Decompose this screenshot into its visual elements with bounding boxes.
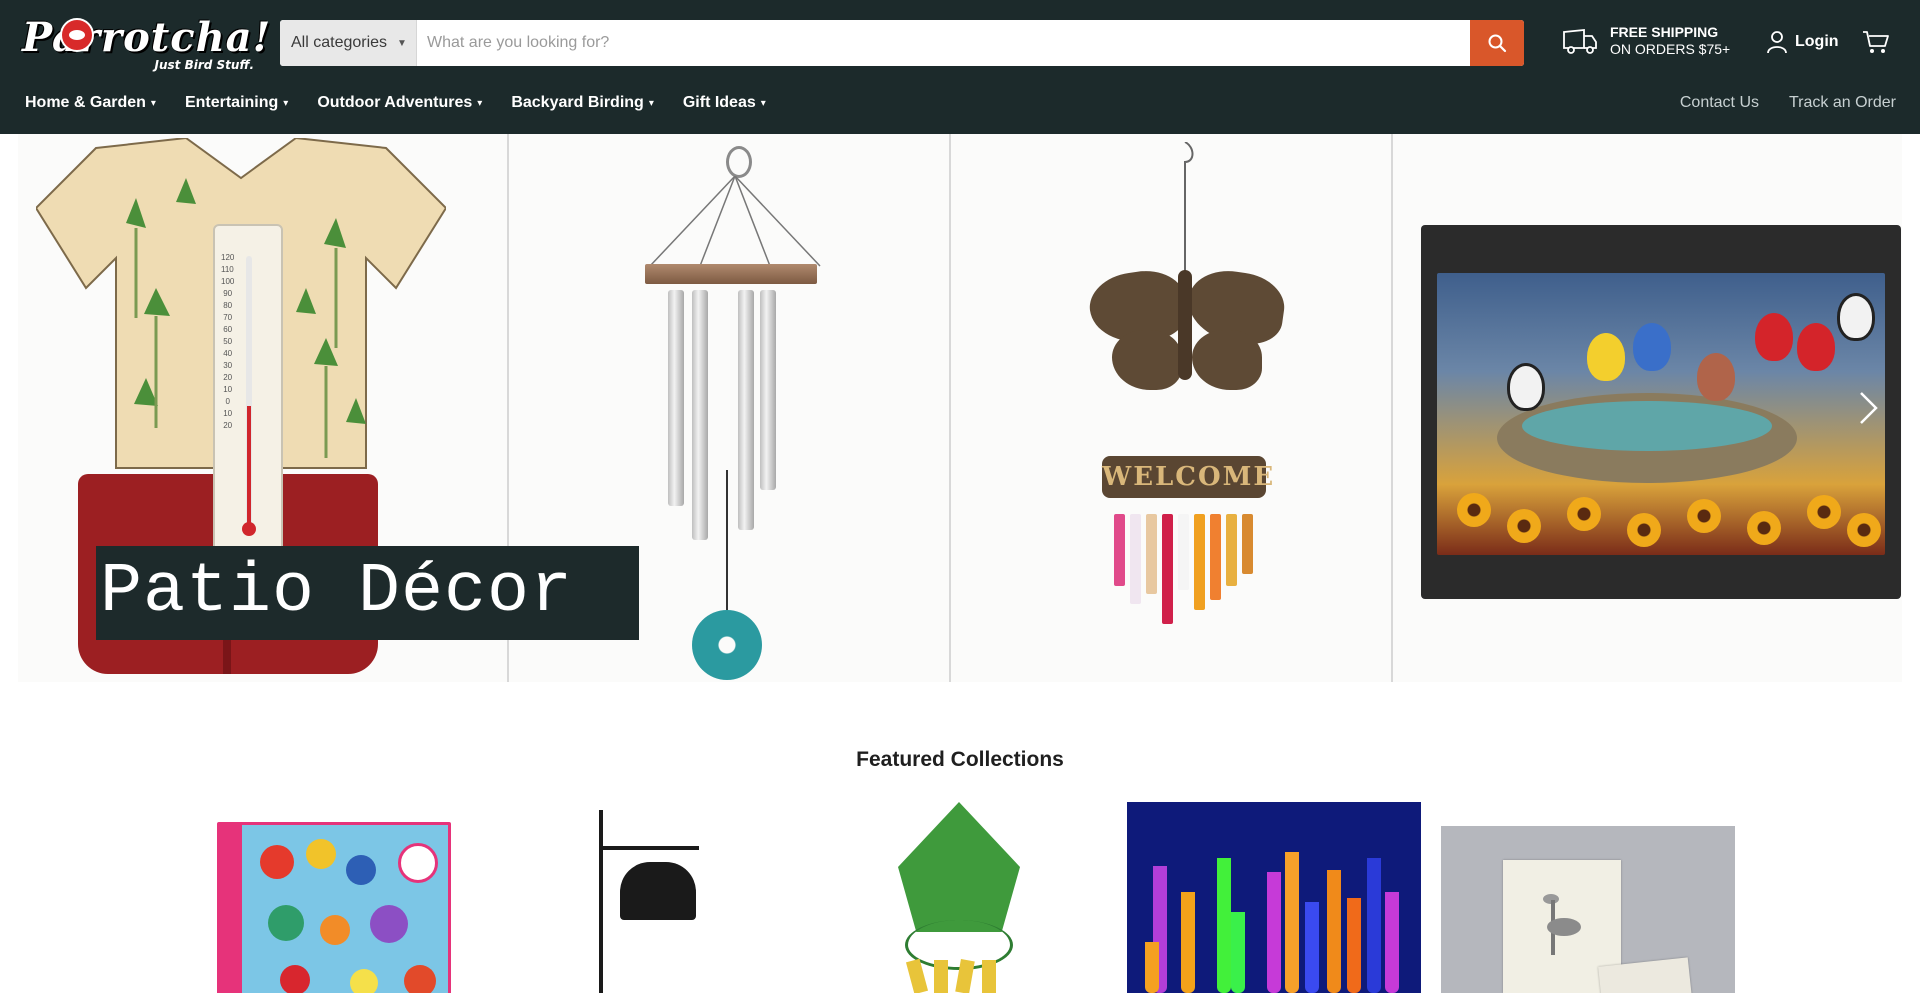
chickadee-bird <box>1837 293 1875 341</box>
nav-item-label: Backyard Birding <box>511 94 644 111</box>
collection-card-shot-glasses[interactable] <box>1127 802 1421 993</box>
hero-label: Patio Décor <box>96 546 639 640</box>
chime-top <box>645 264 817 284</box>
glass-chime <box>1130 514 1141 604</box>
login-link[interactable]: Login <box>1766 30 1839 54</box>
nav-item-label: Entertaining <box>184 94 279 111</box>
chevron-right-icon <box>1860 392 1878 424</box>
glass-chime <box>1114 514 1125 586</box>
doormat-image <box>1421 225 1901 599</box>
glass-chime <box>1242 514 1253 574</box>
glass-chime <box>1178 514 1189 590</box>
nav-item-home-garden[interactable]: Home & Garden ▾ <box>25 94 156 112</box>
collection-card-puzzle[interactable] <box>217 822 451 993</box>
nav-item-entertaining[interactable]: Entertaining ▾ <box>185 94 288 112</box>
thermometer-image: 120 110 100 90 80 70 60 50 40 30 20 10 0… <box>213 224 283 554</box>
search-button[interactable] <box>1470 20 1524 66</box>
chickadee-bird <box>1507 363 1545 411</box>
chevron-down-icon: ▼ <box>397 37 407 49</box>
chime-strings <box>649 176 821 267</box>
panel-divider <box>1391 134 1393 682</box>
birdbath-water <box>1522 401 1772 451</box>
user-icon <box>1767 31 1787 54</box>
glass-chime <box>1194 514 1205 610</box>
chevron-down-icon: ▾ <box>150 97 156 109</box>
welcome-sign: WELCOME <box>1102 456 1273 498</box>
site-logo[interactable]: Parrotcha! Just Bird Stuff. <box>22 14 270 72</box>
shipping-line-1: FREE SHIPPING <box>1610 24 1719 40</box>
nav-item-label: Outdoor Adventures <box>317 94 473 111</box>
chime-tube <box>738 290 754 530</box>
parrot-logo-icon <box>60 18 94 52</box>
truck-icon <box>1563 29 1597 54</box>
nav-item-backyard-birding[interactable]: Backyard Birding ▾ <box>511 94 654 112</box>
nav-item-label: Gift Ideas <box>682 94 756 111</box>
search-input[interactable] <box>417 20 1470 66</box>
chime-tube <box>692 290 708 540</box>
shipping-line-2: ON ORDERS $75+ <box>1610 41 1731 57</box>
goldfinch-bird <box>1587 333 1625 381</box>
secondary-nav: Contact Us Track an Order <box>1650 94 1896 112</box>
butterfly-body <box>1178 270 1192 380</box>
butterfly-hook <box>1184 142 1194 282</box>
contact-us-link[interactable]: Contact Us <box>1680 94 1759 112</box>
glass-chime <box>1226 514 1237 586</box>
nav-item-gift-ideas[interactable]: Gift Ideas ▾ <box>683 94 766 112</box>
cart-button[interactable] <box>1862 29 1890 60</box>
search-category-label: All categories <box>291 34 388 51</box>
chime-tube <box>760 290 776 490</box>
free-shipping-banner: FREE SHIPPING ON ORDERS $75+ <box>1562 24 1730 58</box>
chevron-down-icon: ▾ <box>760 97 766 109</box>
panel-divider <box>949 134 951 682</box>
nav-item-outdoor-adventures[interactable]: Outdoor Adventures ▾ <box>317 94 482 112</box>
cardinal-bird <box>1755 313 1793 361</box>
main-nav: Home & Garden ▾ Entertaining ▾ Outdoor Adv… <box>25 94 795 112</box>
glass-chime <box>1146 514 1157 594</box>
featured-collections-title: Featured Collections <box>856 748 1064 771</box>
chevron-down-icon: ▾ <box>477 97 483 109</box>
search-category-select[interactable]: All categories ▼ <box>280 20 417 66</box>
glass-chime <box>1162 514 1173 624</box>
nav-item-label: Home & Garden <box>25 94 146 111</box>
cart-icon <box>1863 31 1889 53</box>
chime-ring <box>726 146 752 178</box>
chevron-down-icon: ▾ <box>283 97 289 109</box>
search-icon <box>1488 34 1507 53</box>
login-label: Login <box>1795 33 1839 50</box>
track-order-link[interactable]: Track an Order <box>1789 94 1896 112</box>
site-header: Parrotcha! Just Bird Stuff. All categori… <box>0 0 1920 134</box>
logo-tagline: Just Bird Stuff. <box>154 58 254 72</box>
bluebird-bird <box>1633 323 1671 371</box>
female-cardinal-bird <box>1697 353 1735 401</box>
carousel-next-button[interactable] <box>1858 390 1880 436</box>
cardinal-bird <box>1797 323 1835 371</box>
chevron-down-icon: ▾ <box>648 97 654 109</box>
glass-chime <box>1210 514 1221 600</box>
chime-disc <box>692 610 762 680</box>
search-bar: All categories ▼ <box>280 20 1524 66</box>
chime-tube <box>668 290 684 506</box>
chime-cord <box>726 470 728 610</box>
